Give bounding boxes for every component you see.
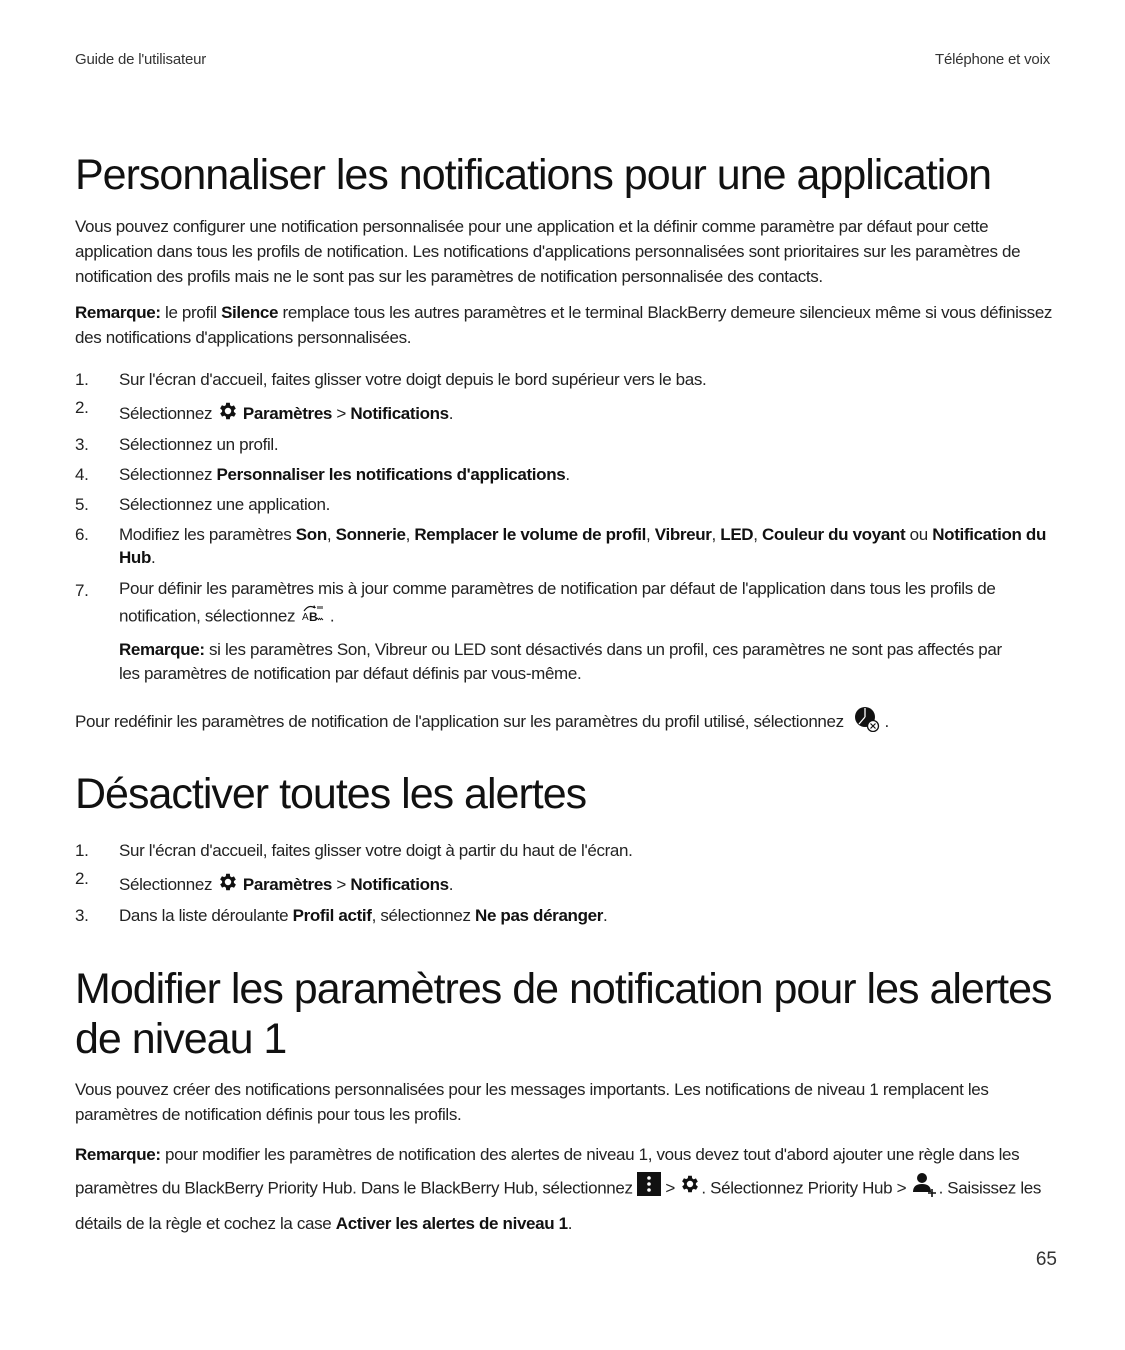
title-line: Modifier les paramètres de notification … bbox=[75, 965, 1053, 1013]
step-number: 6. bbox=[75, 525, 89, 544]
reset-profile-icon bbox=[854, 706, 880, 739]
step-number: 2. bbox=[75, 869, 89, 888]
step-text-part: ou bbox=[905, 525, 933, 544]
section-title-level1-alerts: Modifier les paramètres de notification … bbox=[75, 964, 1053, 1064]
step-text-part: Sélectionnez bbox=[119, 403, 217, 423]
step-number: 5. bbox=[75, 495, 89, 514]
section-title-customize-app-notifications: Personnaliser les notifications pour une… bbox=[75, 151, 992, 199]
menu-more-icon bbox=[637, 1172, 662, 1206]
step-text: Sur l'écran d'accueil, faites glisser vo… bbox=[119, 841, 633, 860]
section3-intro: Vous pouvez créer des notifications pers… bbox=[75, 1080, 989, 1124]
note-label: Remarque: bbox=[75, 1145, 161, 1164]
step-text: Modifiez les paramètres Son, Sonnerie, R… bbox=[119, 523, 1059, 569]
step-number: 7. bbox=[75, 581, 89, 600]
step-text: Pour définir les paramètres mis à jour c… bbox=[119, 576, 1059, 632]
apply-defaults-icon: AB bbox=[300, 602, 326, 632]
step-text-part: , bbox=[405, 525, 415, 544]
step-text-part: Sélectionnez bbox=[119, 465, 217, 484]
step-number: 1. bbox=[75, 370, 89, 389]
step-text-part: Modifiez les paramètres bbox=[119, 525, 296, 544]
step-text: Sélectionnez Personnaliser les notificat… bbox=[119, 463, 1059, 487]
note-text: . Sélectionnez Priority Hub > bbox=[701, 1178, 911, 1198]
step-bold: Sonnerie bbox=[335, 525, 406, 544]
reset-text: Pour redéfinir les paramètres de notific… bbox=[75, 711, 849, 731]
page-number: 65 bbox=[1035, 1249, 1057, 1270]
step7-note: Remarque: si les paramètres Son, Vibreur… bbox=[119, 638, 1019, 686]
step-text: Sélectionnez un profil. bbox=[119, 435, 279, 454]
step-text-part: , bbox=[326, 525, 336, 544]
step-number: 3. bbox=[75, 906, 89, 925]
step-bold: Notifications bbox=[350, 874, 449, 894]
step-text-part: , bbox=[711, 525, 721, 544]
svg-text:B: B bbox=[309, 610, 318, 624]
note-label: Remarque: bbox=[119, 640, 205, 659]
step-text: Sélectionnez une application. bbox=[119, 495, 331, 514]
gear-icon bbox=[217, 400, 239, 429]
step-bold: Remplacer le volume de profil bbox=[414, 525, 647, 544]
step-text: Sélectionnez Paramètres > Notifications. bbox=[119, 871, 1059, 900]
note-text: > bbox=[661, 1178, 680, 1198]
section1-note: Remarque: le profil Silence remplace tou… bbox=[75, 300, 1060, 350]
step-text: Dans la liste déroulante Profil actif, s… bbox=[119, 904, 1059, 928]
reset-text: . bbox=[880, 711, 890, 731]
step-text-part: . bbox=[565, 465, 570, 484]
step-bold: LED bbox=[720, 525, 754, 544]
note-text: le profil bbox=[160, 303, 222, 322]
step-number: 1. bbox=[75, 841, 89, 860]
step-text-part: , bbox=[753, 525, 762, 544]
note-text: . bbox=[567, 1214, 573, 1233]
add-contact-icon bbox=[911, 1170, 939, 1208]
step-bold: Couleur du voyant bbox=[761, 525, 906, 544]
step-bold: Ne pas déranger bbox=[475, 906, 603, 925]
step-text-part: , bbox=[646, 525, 655, 544]
document-title: Guide de l'utilisateur bbox=[75, 51, 207, 68]
step-bold: Profil actif bbox=[292, 906, 372, 925]
step-bold: Paramètres bbox=[242, 403, 333, 423]
note-label: Remarque: bbox=[75, 303, 161, 322]
step-text-part: , sélectionnez bbox=[371, 906, 476, 925]
step-text-part: . bbox=[325, 606, 335, 626]
step-text-part: . bbox=[448, 874, 454, 894]
step-bold: Personnaliser les notifications d'applic… bbox=[216, 465, 566, 484]
note-bold: Silence bbox=[221, 303, 279, 322]
title-line: de niveau 1 bbox=[75, 1015, 287, 1063]
step-bold: Paramètres bbox=[242, 874, 333, 894]
chapter-title: Téléphone et voix bbox=[934, 51, 1050, 68]
step-bold: Son bbox=[295, 525, 327, 544]
section3-note: Remarque: pour modifier les paramètres d… bbox=[75, 1139, 1060, 1239]
step-number: 4. bbox=[75, 465, 89, 484]
gear-icon bbox=[679, 1173, 701, 1205]
step-text-part: > bbox=[332, 403, 351, 423]
step-text-part: . bbox=[151, 548, 156, 567]
note-bold: Activer les alertes de niveau 1 bbox=[335, 1214, 568, 1233]
step-text-part: Pour définir les paramètres mis à jour c… bbox=[119, 579, 996, 626]
step-text-part: > bbox=[332, 874, 351, 894]
reset-instruction: Pour redéfinir les paramètres de notific… bbox=[75, 706, 1060, 739]
step-text: Sur l'écran d'accueil, faites glisser vo… bbox=[119, 370, 707, 389]
section-title-disable-alerts: Désactiver toutes les alertes bbox=[75, 770, 587, 818]
step-text: Sélectionnez Paramètres > Notifications. bbox=[119, 400, 1059, 429]
step-text-part: Dans la liste déroulante bbox=[119, 906, 293, 925]
step-text-part: . bbox=[603, 906, 608, 925]
note-text: si les paramètres Son, Vibreur ou LED so… bbox=[119, 640, 1002, 683]
step-text-part: . bbox=[448, 403, 454, 423]
step-bold: Vibreur bbox=[654, 525, 712, 544]
step-number: 3. bbox=[75, 435, 89, 454]
gear-icon bbox=[217, 871, 239, 900]
step-bold: Notifications bbox=[350, 403, 449, 423]
svg-text:A: A bbox=[302, 612, 309, 623]
step-text-part: Sélectionnez bbox=[119, 874, 217, 894]
section1-intro: Vous pouvez configurer une notification … bbox=[75, 217, 1021, 286]
step-number: 2. bbox=[75, 398, 89, 417]
